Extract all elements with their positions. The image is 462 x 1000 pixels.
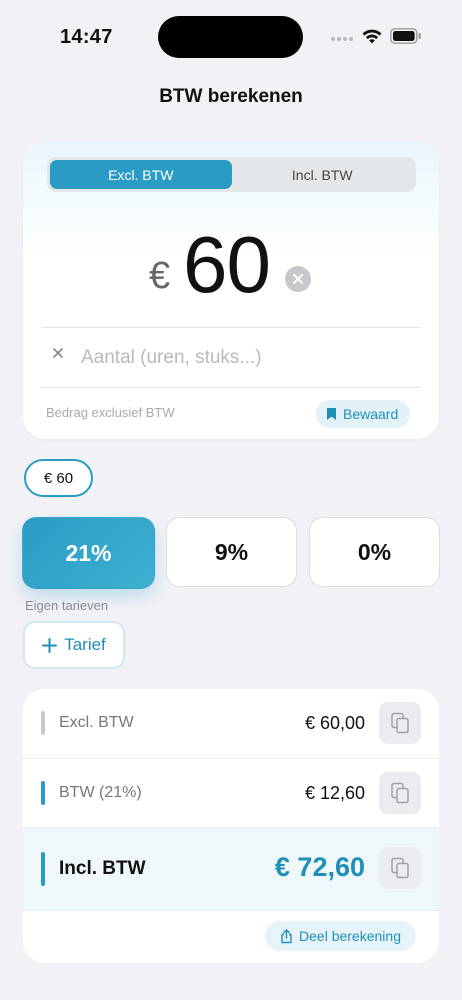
share-icon [281, 928, 292, 943]
copy-icon [391, 712, 409, 734]
segment-excl-btw[interactable]: Excl. BTW [50, 160, 232, 189]
battery-icon [390, 28, 421, 44]
copy-icon [391, 857, 409, 879]
result-row-excl: Excl. BTW € 60,00 [23, 689, 439, 758]
result-label: Incl. BTW [59, 858, 146, 879]
row-indicator [41, 781, 45, 805]
results-card: Excl. BTW € 60,00 BTW (21%) € 12,60 Incl… [23, 689, 439, 963]
copy-icon [391, 782, 409, 804]
save-label: Bewaard [343, 406, 399, 422]
copy-button[interactable] [379, 847, 421, 889]
rate-button-21[interactable]: 21% [22, 517, 155, 589]
divider [23, 910, 439, 911]
dynamic-island [158, 16, 303, 58]
vat-rate-options: 21% 9% 0% [22, 517, 440, 589]
add-rate-label: Tarief [64, 635, 106, 654]
copy-button[interactable] [379, 702, 421, 744]
quantity-row [23, 329, 439, 387]
amount-caption: Bedrag exclusief BTW [46, 405, 175, 420]
divider [41, 387, 421, 388]
vat-mode-segmented-control: Excl. BTW Incl. BTW [47, 157, 416, 192]
result-row-total: Incl. BTW € 72,60 [23, 828, 439, 910]
bookmark-icon [327, 408, 336, 420]
share-button[interactable]: Deel berekening [265, 921, 416, 951]
result-value: € 12,60 [304, 783, 365, 803]
amount-input-card: Excl. BTW Incl. BTW € 60 Bedrag exclusie… [23, 141, 439, 439]
share-label: Deel berekening [299, 928, 401, 944]
divider [41, 327, 421, 328]
result-value-total: € 72,60 [274, 852, 365, 882]
result-value: € 60,00 [304, 713, 365, 733]
amount-display[interactable]: € 60 [23, 219, 439, 309]
result-label: BTW (21%) [59, 784, 142, 801]
copy-button[interactable] [379, 772, 421, 814]
status-bar: 14:47 [0, 0, 462, 76]
multiply-icon [53, 348, 63, 358]
amount-value[interactable]: 60 [183, 219, 271, 311]
status-time: 14:47 [60, 26, 113, 48]
custom-rates-label: Eigen tarieven [25, 598, 109, 613]
page-title: BTW berekenen [159, 86, 303, 107]
add-rate-button[interactable]: Tarief [23, 621, 125, 669]
segment-incl-btw[interactable]: Incl. BTW [232, 160, 414, 189]
close-icon [293, 274, 303, 284]
result-row-vat: BTW (21%) € 12,60 [23, 759, 439, 827]
cellular-signal-icon [331, 37, 353, 41]
quantity-input[interactable] [81, 343, 401, 373]
plus-icon [42, 637, 58, 653]
rate-button-9[interactable]: 9% [166, 517, 297, 587]
currency-symbol: € [149, 255, 171, 297]
clear-amount-button[interactable] [285, 266, 311, 292]
wifi-icon [362, 29, 382, 44]
result-label: Excl. BTW [59, 714, 134, 731]
rate-button-0[interactable]: 0% [309, 517, 440, 587]
history-chip[interactable]: € 60 [24, 459, 93, 497]
row-indicator [41, 852, 45, 886]
save-button[interactable]: Bewaard [316, 400, 411, 428]
row-indicator [41, 711, 45, 735]
